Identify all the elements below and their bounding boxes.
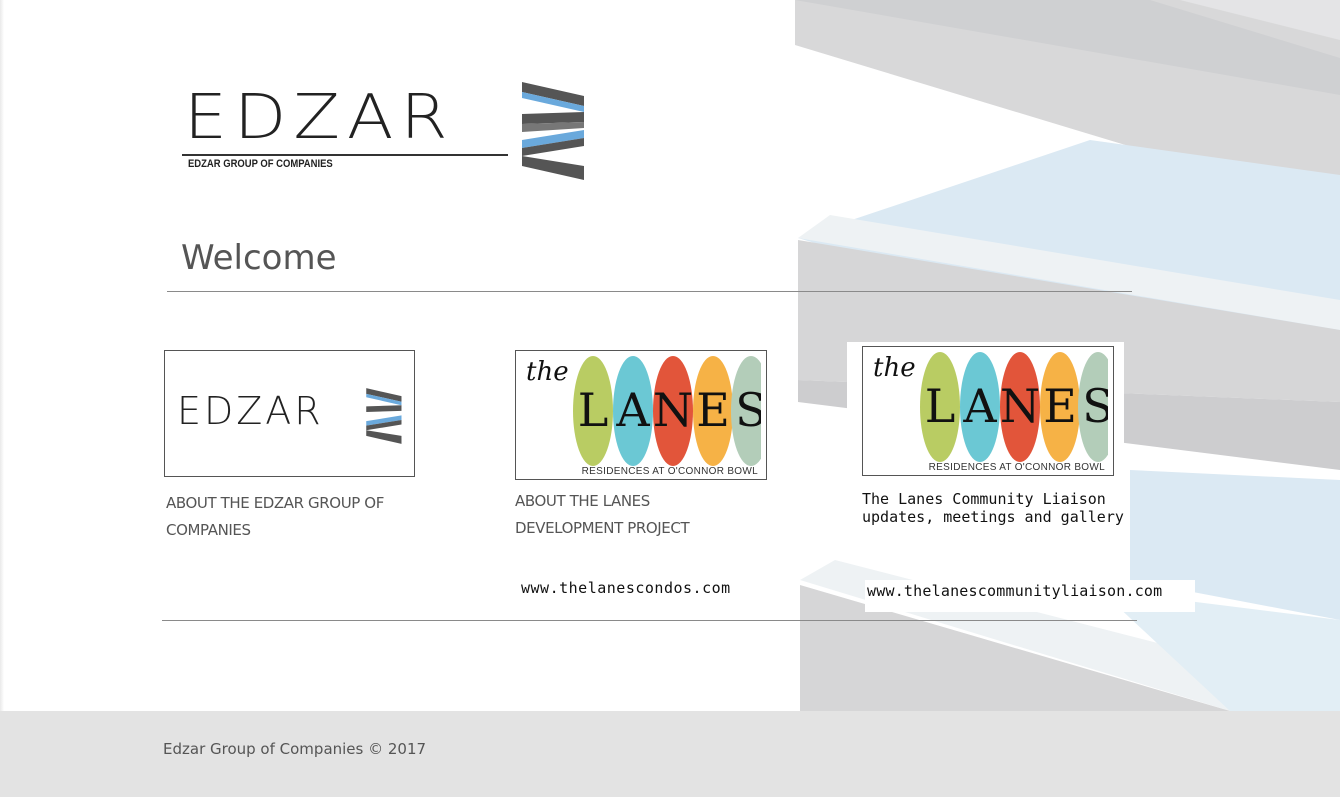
divider-bottom xyxy=(162,620,1137,621)
footer-copyright: Edzar Group of Companies © 2017 xyxy=(163,740,427,758)
lanes-card-image[interactable]: the L A N E S RESIDENCES AT O'CONNOR BOW… xyxy=(515,350,767,480)
lanes-logo-prefix: the xyxy=(526,357,569,387)
edzar-card-image[interactable]: EDZAR xyxy=(164,350,415,477)
lanes-letter-s: S xyxy=(1082,379,1108,433)
divider-top xyxy=(167,291,1132,292)
logo-wordmark: EDZAR xyxy=(184,82,455,154)
edzar-card-wordmark: EDZAR xyxy=(177,389,324,433)
lanes-letter-a: A xyxy=(962,379,997,433)
logo-tagline: EDZAR GROUP OF COMPANIES xyxy=(188,158,333,170)
lanes-logo-graphic: L A N E S xyxy=(920,352,1108,462)
logo-underline xyxy=(182,154,508,156)
lanes-letter-s: S xyxy=(735,383,761,437)
lanes-condos-url-link[interactable]: www.thelanescondos.com xyxy=(521,579,731,597)
lanes-letter-l: L xyxy=(925,379,956,433)
liaison-text-box: The Lanes Community Liaison updates, mee… xyxy=(860,488,1124,566)
lanes-logo-subtitle: RESIDENCES AT O'CONNOR BOWL xyxy=(928,462,1105,473)
lanes-logo-prefix: the xyxy=(873,353,916,383)
lanes-letter-e: E xyxy=(696,383,730,437)
lanes-letter-e: E xyxy=(1043,379,1077,433)
about-lanes-link[interactable]: ABOUT THE LANES DEVELOPMENT PROJECT xyxy=(515,488,745,542)
lanes-logo-subtitle: RESIDENCES AT O'CONNOR BOWL xyxy=(581,466,758,477)
edzar-z-mark-icon xyxy=(366,388,402,444)
about-edzar-link[interactable]: ABOUT THE EDZAR GROUP OF COMPANIES xyxy=(166,490,396,544)
liaison-card-image[interactable]: the L A N E S RESIDENCES AT O'CONNOR BOW… xyxy=(862,346,1114,476)
lanes-letter-n: N xyxy=(1000,379,1040,433)
page-edge-shadow xyxy=(0,0,4,711)
liaison-url-box: www.thelanescommunityliaison.com xyxy=(865,580,1195,612)
liaison-url-link[interactable]: www.thelanescommunityliaison.com xyxy=(867,582,1162,600)
liaison-link[interactable]: The Lanes Community Liaison updates, mee… xyxy=(862,490,1124,526)
edzar-logo[interactable]: EDZAR EDZAR GROUP OF COMPANIES xyxy=(180,80,590,185)
lanes-logo-graphic: L A N E S xyxy=(573,356,761,466)
lanes-letter-l: L xyxy=(578,383,609,437)
lanes-letter-a: A xyxy=(615,383,650,437)
edzar-z-mark-icon xyxy=(522,82,584,180)
footer: Edzar Group of Companies © 2017 xyxy=(0,711,1340,797)
page-title: Welcome xyxy=(181,238,337,278)
lanes-letter-n: N xyxy=(653,383,693,437)
